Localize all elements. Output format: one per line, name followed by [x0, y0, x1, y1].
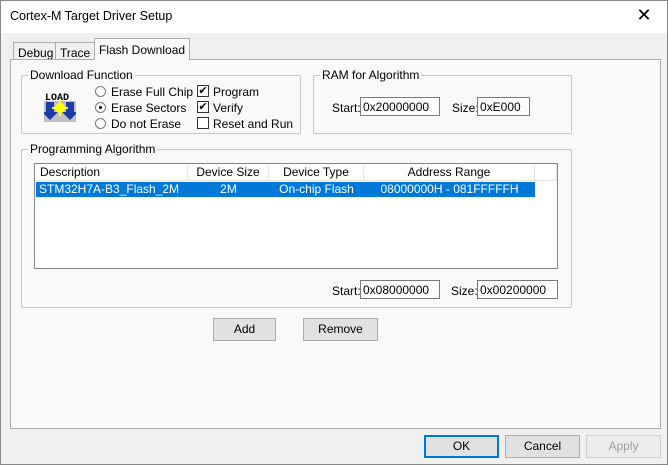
do-not-erase-radio[interactable] — [95, 118, 106, 129]
checkbox-label: Reset and Run — [213, 117, 294, 131]
cell-device-type: On-chip Flash — [279, 182, 354, 196]
ram-size-input[interactable]: 0xE000 — [477, 97, 530, 116]
tab-flash-download[interactable]: Flash Download — [94, 38, 191, 60]
add-button[interactable]: Add — [213, 318, 276, 341]
cell-address-range: 08000000H - 081FFFFFH — [380, 182, 519, 196]
ram-group: RAM for Algorithm Start: 0x20000000 Size… — [313, 68, 572, 134]
close-icon[interactable]: ✕ — [629, 5, 659, 26]
reset-and-run-checkbox[interactable] — [197, 117, 209, 129]
ok-button[interactable]: OK — [424, 435, 499, 458]
verify-checkbox[interactable]: ✔ — [197, 101, 209, 113]
start-label: Start: — [332, 284, 361, 298]
title-bar: Cortex-M Target Driver Setup ✕ — [1, 1, 667, 33]
window-title: Cortex-M Target Driver Setup — [10, 9, 173, 23]
program-checkbox[interactable]: ✔ — [197, 85, 209, 97]
group-label: Programming Algorithm — [28, 142, 158, 156]
column-header-device-size[interactable]: Device Size — [188, 164, 269, 181]
erase-sectors-radio[interactable] — [95, 102, 106, 113]
ram-start-input[interactable]: 0x20000000 — [360, 97, 440, 116]
column-header-device-type[interactable]: Device Type — [269, 164, 364, 181]
algorithm-list[interactable]: Description Device Size Device Type Addr… — [34, 163, 558, 269]
erase-full-chip-radio[interactable] — [95, 86, 106, 97]
algo-size-input[interactable]: 0x00200000 — [477, 280, 558, 299]
tab-debug[interactable]: Debug — [13, 42, 59, 60]
size-label: Size: — [451, 284, 478, 298]
tab-trace[interactable]: Trace — [55, 42, 96, 60]
cell-device-size: 2M — [220, 182, 237, 196]
radio-label: Erase Sectors — [111, 101, 187, 115]
apply-button[interactable]: Apply — [586, 435, 661, 458]
cell-description: STM32H7A-B3_Flash_2M — [39, 182, 180, 196]
cancel-button[interactable]: Cancel — [505, 435, 580, 458]
radio-label: Erase Full Chip — [111, 85, 194, 99]
column-header-address-range[interactable]: Address Range — [364, 164, 535, 181]
checkbox-label: Verify — [213, 101, 244, 115]
download-function-group: Download Function LOAD Erase Full Chip E… — [21, 68, 301, 134]
group-label: Download Function — [28, 68, 135, 82]
checkbox-label: Program — [213, 85, 260, 99]
load-icon: LOAD — [42, 90, 78, 122]
size-label: Size: — [452, 101, 479, 115]
group-label: RAM for Algorithm — [320, 68, 422, 82]
column-header-description[interactable]: Description — [35, 164, 188, 181]
column-header-empty — [535, 164, 557, 181]
algo-start-input[interactable]: 0x08000000 — [360, 280, 440, 299]
radio-label: Do not Erase — [111, 117, 182, 131]
table-row[interactable]: STM32H7A-B3_Flash_2M 2M On-chip Flash 08… — [36, 182, 535, 197]
start-label: Start: — [332, 101, 361, 115]
remove-button[interactable]: Remove — [303, 318, 378, 341]
